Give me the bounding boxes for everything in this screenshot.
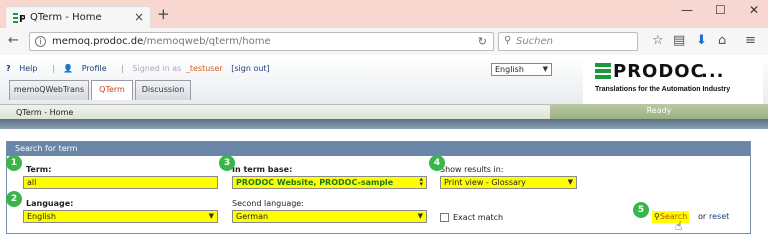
search-button[interactable]: ⚲Search xyxy=(652,211,690,223)
url-text: memoq.prodoc.de/memoqweb/qterm/home xyxy=(52,36,271,47)
tab-qterm[interactable]: QTerm xyxy=(91,80,133,100)
svg-text:P: P xyxy=(19,14,25,24)
reset-link[interactable]: reset xyxy=(709,212,729,221)
panel-title: Search for term xyxy=(7,142,750,156)
tab-memoqwebtrans[interactable]: memoQWebTrans xyxy=(9,80,89,100)
separator: | xyxy=(121,64,124,73)
help-icon: ? xyxy=(6,64,11,73)
logo-bars-icon xyxy=(595,63,611,81)
separator: | xyxy=(51,64,55,73)
or-text: or xyxy=(698,212,707,221)
window-close-icon[interactable]: ✕ xyxy=(749,3,759,17)
browser-chrome: P QTerm - Home × + — ☐ ✕ ← i memoq.prodo… xyxy=(0,0,768,55)
ui-language-value: English xyxy=(495,65,524,74)
language-label: Language: xyxy=(26,199,74,208)
minimize-icon[interactable]: — xyxy=(681,3,693,17)
chevron-down-icon: ▼ xyxy=(542,65,548,73)
prodoc-favicon-icon: P xyxy=(13,13,25,24)
results-select[interactable]: Print view - Glossary ▼ xyxy=(440,176,577,189)
hand-cursor-icon: ☝ xyxy=(675,219,683,233)
top-links: ? Help | 👤 Profile | Signed in as _testu… xyxy=(6,64,276,73)
language-select[interactable]: English ▼ xyxy=(23,210,218,223)
help-link[interactable]: ? Help xyxy=(6,64,43,73)
logo-tagline: Translations for the Automation Industry xyxy=(595,86,731,93)
second-language-label: Second language: xyxy=(232,199,304,208)
user-icon: 👤 xyxy=(63,64,74,73)
term-input[interactable]: all xyxy=(23,176,218,189)
close-tab-icon[interactable]: × xyxy=(134,10,144,24)
sign-out-link[interactable]: [sign out] xyxy=(231,64,269,73)
header-band xyxy=(0,119,768,129)
search-placeholder: Suchen xyxy=(516,36,554,47)
reading-list-icon[interactable]: ▤ xyxy=(673,33,685,48)
termbase-select[interactable]: PRODOC Website, PRODOC-sample ▴ ▾ xyxy=(232,176,427,189)
exact-match-checkbox[interactable] xyxy=(440,213,449,222)
maximize-icon[interactable]: ☐ xyxy=(715,3,726,17)
callout-4: 4 xyxy=(429,155,445,171)
back-icon[interactable]: ← xyxy=(8,33,19,48)
browser-search-box[interactable]: ⚲ Suchen xyxy=(498,32,638,51)
bookmark-star-icon[interactable]: ☆ xyxy=(652,33,664,48)
second-language-select[interactable]: German ▼ xyxy=(232,210,427,223)
termbase-label: In term base: xyxy=(232,165,293,174)
termbase-value: PRODOC Website, PRODOC-sample xyxy=(236,178,394,187)
callout-2: 2 xyxy=(6,191,22,207)
search-icon: ⚲ xyxy=(504,35,512,46)
breadcrumb: QTerm - Home xyxy=(16,108,74,117)
browser-tab[interactable]: P QTerm - Home × xyxy=(5,6,151,28)
language-value: English xyxy=(27,212,56,221)
profile-link[interactable]: 👤 Profile xyxy=(63,64,112,73)
results-value: Print view - Glossary xyxy=(444,178,526,187)
reload-icon[interactable]: ↻ xyxy=(478,35,487,48)
exact-match-label: Exact match xyxy=(453,213,504,222)
url-bar[interactable]: i memoq.prodoc.de/memoqweb/qterm/home ↻ xyxy=(29,32,494,51)
spinner-icon: ▴ ▾ xyxy=(419,175,423,188)
results-label: Show results in: xyxy=(440,165,504,174)
title-bar: P QTerm - Home × + — ☐ ✕ xyxy=(0,0,768,28)
info-icon[interactable]: i xyxy=(35,36,46,47)
tab-title: QTerm - Home xyxy=(30,12,102,23)
second-language-value: German xyxy=(236,212,269,221)
search-button-label: Search xyxy=(659,212,688,221)
callout-3: 3 xyxy=(219,155,235,171)
menu-icon[interactable]: ≡ xyxy=(745,33,756,48)
home-icon[interactable]: ⌂ xyxy=(718,33,726,48)
ui-language-select[interactable]: English ▼ xyxy=(491,63,552,76)
term-label: Term: xyxy=(26,165,52,174)
chevron-down-icon: ▼ xyxy=(417,212,423,220)
chevron-down-icon: ▼ xyxy=(567,178,573,186)
prodoc-logo: PRODOC ... Translations for the Automati… xyxy=(583,59,763,104)
tab-discussion[interactable]: Discussion xyxy=(135,80,191,100)
term-value: all xyxy=(27,178,37,187)
signed-in-label: Signed in as xyxy=(132,64,182,73)
callout-1: 1 xyxy=(6,155,22,171)
download-icon[interactable]: ⬇ xyxy=(696,33,707,48)
new-tab-icon[interactable]: + xyxy=(157,5,170,23)
logo-brand: PRODOC xyxy=(613,61,705,82)
username: _testuser xyxy=(185,64,223,73)
nav-bar: ← i memoq.prodoc.de/memoqweb/qterm/home … xyxy=(0,28,768,55)
logo-dots: ... xyxy=(701,61,725,82)
status-badge: Ready xyxy=(550,104,768,119)
callout-5: 5 xyxy=(633,202,649,218)
chevron-down-icon: ▼ xyxy=(208,212,214,220)
